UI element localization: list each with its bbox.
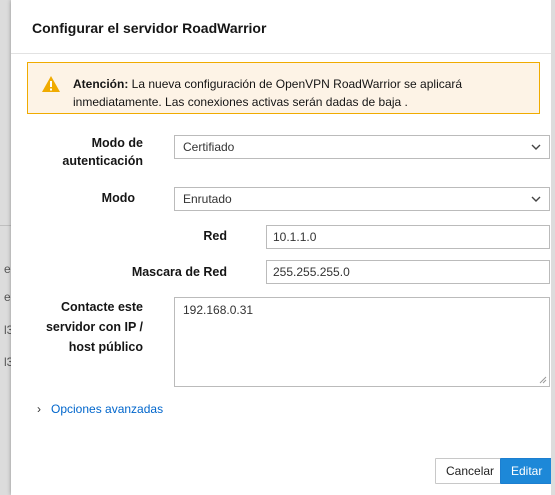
- alert-message: Atención: La nueva configuración de Open…: [73, 75, 523, 111]
- resize-handle-icon[interactable]: [538, 375, 547, 384]
- mode-label: Modo: [101, 191, 135, 205]
- warning-icon: [42, 76, 60, 92]
- auth-mode-label: Modo de autenticación: [62, 136, 143, 168]
- advanced-options-toggle[interactable]: › Opciones avanzadas: [37, 402, 163, 416]
- auth-mode-select[interactable]: Certifiado: [174, 135, 550, 159]
- public-host-value: 192.168.0.31: [183, 303, 254, 317]
- cancel-button[interactable]: Cancelar: [435, 458, 506, 484]
- netmask-label: Mascara de Red: [131, 265, 227, 279]
- dialog-header: Configurar el servidor RoadWarrior: [11, 0, 551, 54]
- auth-mode-value: Certifiado: [183, 140, 235, 154]
- alert-title: Atención:: [73, 77, 129, 91]
- mode-select[interactable]: Enrutado: [174, 187, 550, 211]
- alert-body: La nueva configuración de OpenVPN RoadWa…: [73, 77, 463, 109]
- network-input[interactable]: 10.1.1.0: [266, 225, 550, 249]
- advanced-options-label: Opciones avanzadas: [51, 402, 164, 416]
- mode-value: Enrutado: [183, 192, 232, 206]
- public-host-label: Contacte este servidor con IP / host púb…: [45, 300, 143, 354]
- edit-button[interactable]: Editar: [500, 458, 554, 484]
- network-label: Red: [203, 229, 227, 243]
- public-host-textarea[interactable]: 192.168.0.31: [174, 297, 550, 387]
- chevron-down-icon: [531, 196, 541, 202]
- netmask-input[interactable]: 255.255.255.0: [266, 260, 550, 284]
- chevron-right-icon: ›: [37, 402, 41, 416]
- background-page-right: [551, 0, 555, 495]
- configure-roadwarrior-dialog: Configurar el servidor RoadWarrior Atenc…: [11, 0, 554, 495]
- warning-alert: Atención: La nueva configuración de Open…: [27, 62, 540, 114]
- dialog-title: Configurar el servidor RoadWarrior: [32, 20, 267, 36]
- chevron-down-icon: [531, 144, 541, 150]
